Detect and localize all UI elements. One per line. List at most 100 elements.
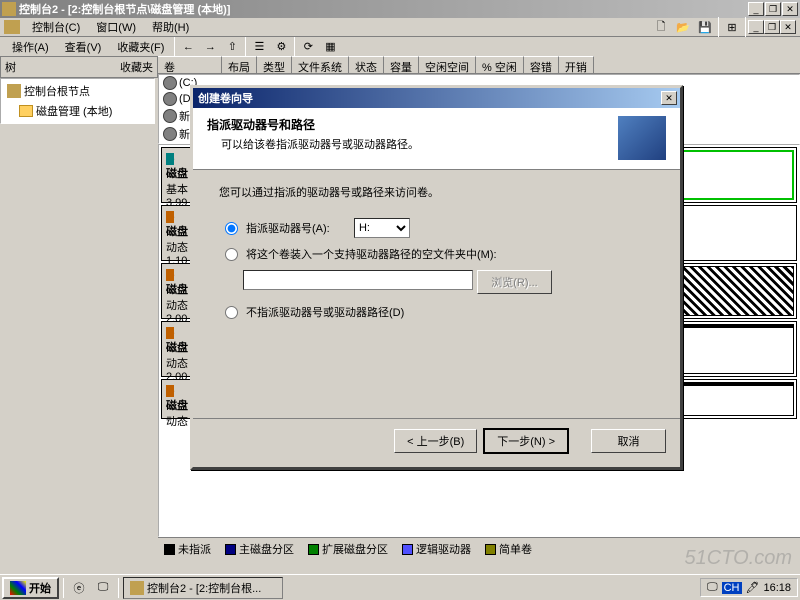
close-button[interactable]: ✕ (782, 2, 798, 16)
clock[interactable]: 16:18 (763, 582, 791, 594)
taskbar-task[interactable]: 控制台2 - [2:控制台根... (123, 577, 283, 599)
col-status[interactable]: 状态 (349, 56, 384, 73)
col-fault[interactable]: 容错 (524, 56, 559, 73)
option-mount-folder[interactable]: 将这个卷装入一个支持驱动器路径的空文件夹中(M): (219, 246, 654, 262)
col-fs[interactable]: 文件系统 (292, 56, 349, 73)
start-button[interactable]: 开始 (2, 577, 59, 599)
legend-primary: 主磁盘分区 (225, 541, 294, 557)
tree-panel[interactable]: 控制台根节点 磁盘管理 (本地) (0, 78, 155, 124)
disk-type: 动态 (166, 358, 188, 370)
tree-root-label: 控制台根节点 (24, 83, 90, 99)
col-free[interactable]: 空闲空间 (419, 56, 476, 73)
radio-no-assign-label[interactable]: 不指派驱动器号或驱动器路径(D) (246, 304, 404, 320)
system-tray[interactable]: 🖵 CH 🖊 16:18 (700, 578, 798, 597)
toolbar-save-icon[interactable]: 💾 (694, 16, 716, 38)
inner-minimize-button[interactable]: _ (748, 20, 764, 34)
browse-button[interactable]: 浏览(R)... (477, 270, 552, 294)
cancel-button[interactable]: 取消 (591, 429, 666, 453)
option-assign-letter[interactable]: 指派驱动器号(A): H: (219, 218, 654, 238)
create-volume-wizard: 创建卷向导 ✕ 指派驱动器号和路径 可以给该卷指派驱动器号或驱动器路径。 您可以… (190, 85, 683, 470)
legend-logical: 逻辑驱动器 (402, 541, 471, 557)
inner-restore-button[interactable]: ❐ (764, 20, 780, 34)
nav-forward-icon[interactable]: → (199, 36, 221, 58)
menu-console[interactable]: 控制台(C) (24, 17, 88, 37)
action-menubar: 操作(A) 查看(V) 收藏夹(F) ← → ⇧ ☰ ⚙ ⟳ ▦ (0, 37, 800, 56)
nav-up-icon[interactable]: ⇧ (221, 36, 243, 58)
quicklaunch-ie-icon[interactable]: ⓔ (68, 577, 90, 599)
radio-mount-folder[interactable] (225, 248, 238, 261)
windows-logo-icon (10, 581, 26, 595)
console-root-icon (7, 84, 21, 98)
disk-type: 动态 (166, 300, 188, 312)
wizard-banner-icon (618, 116, 666, 160)
tree-root[interactable]: 控制台根节点 (3, 81, 152, 101)
tree-item-label: 磁盘管理 (本地) (36, 103, 112, 119)
menu-favorites[interactable]: 收藏夹(F) (109, 37, 172, 57)
wizard-header: 指派驱动器号和路径 可以给该卷指派驱动器号或驱动器路径。 (193, 108, 680, 170)
disk-icon (163, 127, 177, 141)
col-type[interactable]: 类型 (257, 56, 292, 73)
legend-simple: 简单卷 (485, 541, 532, 557)
refresh-icon[interactable]: ⟳ (297, 36, 319, 58)
legend-unallocated: 未指派 (164, 541, 211, 557)
app-menu-icon (4, 20, 20, 34)
toolbar-open-icon[interactable]: 📂 (672, 16, 694, 38)
col-overhead[interactable]: 开销 (559, 56, 594, 73)
disk-type: 基本 (166, 184, 188, 196)
minimize-button[interactable]: _ (748, 2, 764, 16)
disk-icon (163, 92, 177, 106)
view-list-icon[interactable]: ☰ (248, 36, 270, 58)
drive-letter-select[interactable]: H: (354, 218, 410, 238)
wizard-footer: < 上一步(B) 下一步(N) > 取消 (193, 418, 680, 462)
next-button[interactable]: 下一步(N) > (483, 428, 569, 454)
quicklaunch-desktop-icon[interactable]: 🖵 (92, 577, 114, 599)
radio-no-assign[interactable] (225, 306, 238, 319)
option-no-assign[interactable]: 不指派驱动器号或驱动器路径(D) (219, 304, 654, 320)
col-capacity[interactable]: 容量 (384, 56, 419, 73)
wizard-heading: 指派驱动器号和路径 (207, 116, 618, 133)
col-volume[interactable]: 卷 (158, 56, 222, 73)
menu-view[interactable]: 查看(V) (57, 37, 110, 57)
tree-header: 树 收藏夹 (0, 56, 158, 78)
tree-item-diskmanagement[interactable]: 磁盘管理 (本地) (3, 101, 152, 121)
settings-icon[interactable]: ⚙ (270, 36, 292, 58)
wizard-close-button[interactable]: ✕ (661, 91, 677, 105)
folder-icon (19, 105, 33, 117)
maximize-button[interactable]: ❐ (765, 2, 781, 16)
favorites-header-label: 收藏夹 (120, 59, 153, 75)
volume-list-header: 卷 布局 类型 文件系统 状态 容量 空闲空间 % 空闲 容错 开销 (158, 56, 800, 74)
ime-indicator[interactable]: CH (722, 582, 742, 594)
wizard-title-text: 创建卷向导 (196, 90, 661, 106)
app-icon (2, 2, 16, 16)
properties-icon[interactable]: ▦ (319, 36, 341, 58)
back-button[interactable]: < 上一步(B) (394, 429, 477, 453)
watermark: 51CTO.com (685, 547, 792, 570)
wizard-description: 您可以通过指派的驱动器号或路径来访问卷。 (219, 184, 654, 200)
radio-assign-letter-label[interactable]: 指派驱动器号(A): (246, 220, 330, 236)
main-menubar: 控制台(C) 窗口(W) 帮助(H) 🗋 📂 💾 ⊞ _ ❐ ✕ (0, 18, 800, 37)
disk-icon (163, 109, 177, 123)
menu-operate[interactable]: 操作(A) (4, 37, 57, 57)
menu-window[interactable]: 窗口(W) (88, 17, 144, 37)
tree-header-label: 树 (5, 59, 120, 75)
toolbar-newwin-icon[interactable]: ⊞ (721, 16, 743, 38)
toolbar-new-icon[interactable]: 🗋 (650, 16, 672, 38)
inner-close-button[interactable]: ✕ (780, 20, 796, 34)
disk-type: 动态 (166, 416, 188, 428)
disk-type: 动态 (166, 242, 188, 254)
col-pct[interactable]: % 空闲 (476, 56, 524, 73)
mount-path-input[interactable] (243, 270, 473, 290)
disk-icon (163, 76, 177, 90)
menu-help[interactable]: 帮助(H) (144, 17, 197, 37)
window-title: 控制台2 - [2:控制台根节点\磁盘管理 (本地)] (19, 1, 748, 17)
legend-extended: 扩展磁盘分区 (308, 541, 388, 557)
wizard-titlebar[interactable]: 创建卷向导 ✕ (193, 88, 680, 108)
radio-assign-letter[interactable] (225, 222, 238, 235)
radio-mount-folder-label[interactable]: 将这个卷装入一个支持驱动器路径的空文件夹中(M): (246, 246, 497, 262)
col-layout[interactable]: 布局 (222, 56, 257, 73)
taskbar: 开始 ⓔ 🖵 控制台2 - [2:控制台根... 🖵 CH 🖊 16:18 (0, 574, 800, 600)
tray-icon[interactable]: 🖊 (746, 581, 760, 594)
task-icon (130, 581, 144, 595)
nav-back-icon[interactable]: ← (177, 36, 199, 58)
tray-icon[interactable]: 🖵 (707, 581, 718, 594)
